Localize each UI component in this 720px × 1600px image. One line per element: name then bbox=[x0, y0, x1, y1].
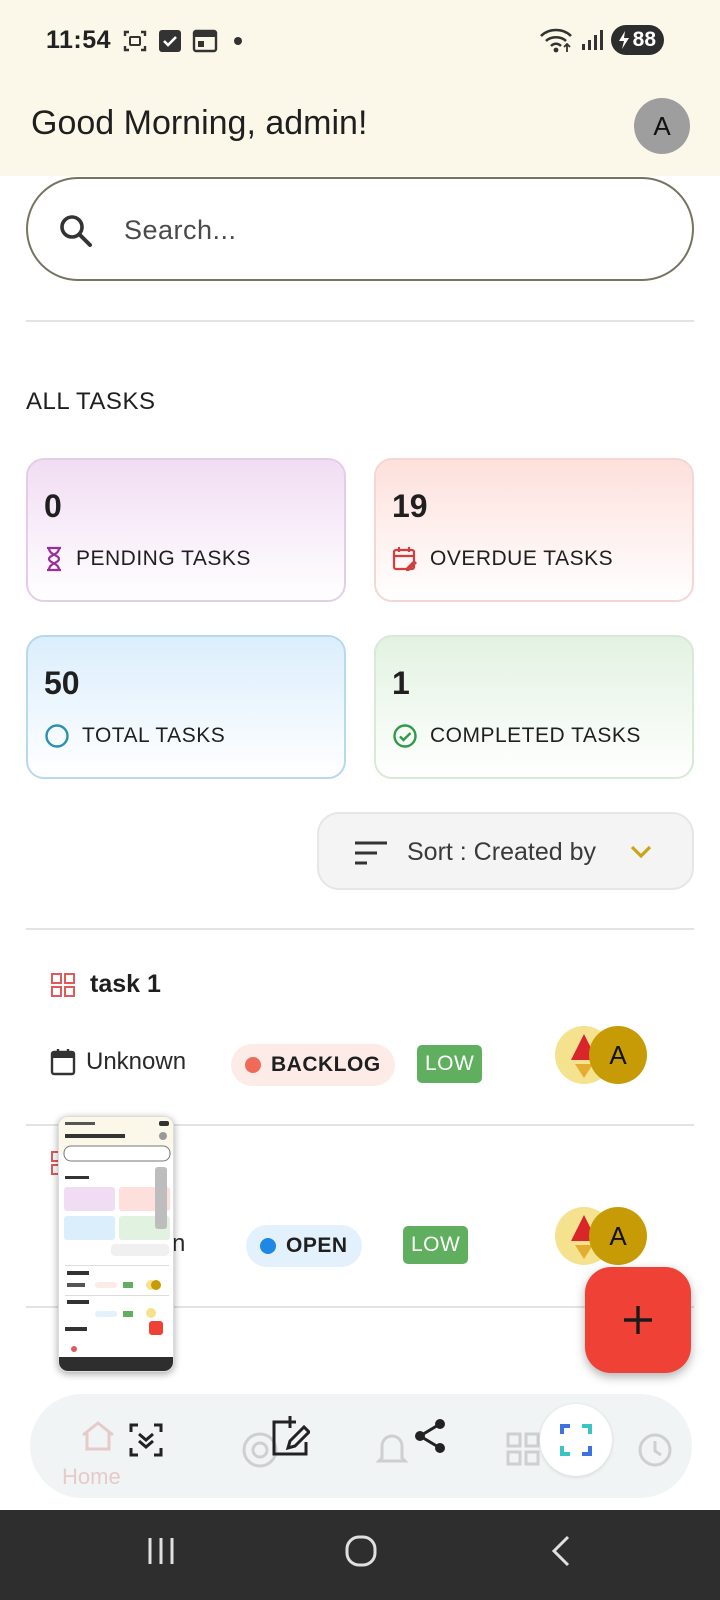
search-input[interactable]: Search... bbox=[26, 177, 694, 281]
completed-tasks-card[interactable]: 1 COMPLETED TASKS bbox=[374, 635, 694, 779]
grid-menu-icon[interactable] bbox=[506, 1432, 540, 1466]
pending-count: 0 bbox=[44, 488, 62, 524]
task-due-date: Unknown bbox=[50, 1048, 186, 1076]
status-system-icons: 88 bbox=[539, 25, 664, 55]
calendar-window-icon bbox=[192, 29, 218, 53]
calendar-edit-icon bbox=[392, 547, 417, 571]
avatar: A bbox=[589, 1026, 647, 1084]
home-icon[interactable] bbox=[80, 1420, 116, 1452]
divider bbox=[26, 928, 694, 930]
app-header: 11:54 88 Good Morning, admin! A bbox=[0, 0, 720, 176]
profile-avatar[interactable]: A bbox=[634, 98, 690, 154]
screenshot-preview-image bbox=[59, 1117, 173, 1371]
search-icon bbox=[60, 215, 92, 247]
calendar-icon bbox=[50, 1049, 76, 1076]
completed-count: 1 bbox=[392, 665, 410, 701]
sort-label: Sort : Created by bbox=[407, 838, 596, 866]
overdue-label: OVERDUE TASKS bbox=[430, 547, 614, 570]
status-bar: 11:54 88 bbox=[0, 0, 720, 84]
status-dot bbox=[260, 1238, 276, 1254]
sort-dropdown[interactable]: Sort : Created by bbox=[317, 812, 694, 890]
total-count: 50 bbox=[44, 665, 80, 701]
more-notifications-dot bbox=[234, 37, 242, 45]
status-text: OPEN bbox=[286, 1234, 348, 1257]
share-icon[interactable] bbox=[413, 1418, 447, 1454]
battery-indicator: 88 bbox=[610, 25, 664, 55]
priority-badge: LOW bbox=[403, 1226, 469, 1264]
edit-screenshot-icon[interactable] bbox=[270, 1414, 310, 1458]
assignee-avatars[interactable]: A bbox=[555, 1207, 651, 1267]
check-circle-icon bbox=[393, 724, 417, 748]
system-navigation-bar bbox=[0, 1510, 720, 1600]
pending-label: PENDING TASKS bbox=[76, 547, 251, 570]
greeting-title: Good Morning, admin! bbox=[31, 104, 368, 142]
assignee-avatars[interactable]: A bbox=[555, 1026, 651, 1086]
status-notification-icons bbox=[122, 28, 242, 54]
grid-icon bbox=[51, 972, 75, 997]
search-placeholder: Search... bbox=[124, 215, 237, 245]
status-badge: BACKLOG bbox=[231, 1044, 395, 1086]
total-label: TOTAL TASKS bbox=[82, 724, 226, 747]
app-screen: 11:54 88 Good Morning, admin! A Search..… bbox=[0, 0, 720, 1600]
section-title: ALL TASKS bbox=[26, 388, 156, 415]
bottom-navigation: Home bbox=[0, 1392, 720, 1510]
signal-icon bbox=[581, 30, 603, 50]
add-task-button[interactable] bbox=[585, 1267, 691, 1373]
status-time: 11:54 bbox=[46, 26, 112, 54]
task-due-text: n bbox=[172, 1230, 186, 1257]
task-due-date: n bbox=[172, 1230, 185, 1258]
completed-label: COMPLETED TASKS bbox=[430, 724, 641, 747]
recent-apps-icon[interactable] bbox=[146, 1534, 176, 1568]
back-icon[interactable] bbox=[548, 1534, 574, 1568]
status-badge: OPEN bbox=[246, 1225, 362, 1267]
battery-level: 88 bbox=[632, 28, 656, 51]
screenshot-thumbnail[interactable] bbox=[58, 1116, 174, 1372]
screenshot-icon bbox=[123, 30, 147, 52]
capture-area-button[interactable] bbox=[540, 1404, 612, 1476]
overdue-tasks-card[interactable]: 19 OVERDUE TASKS bbox=[374, 458, 694, 602]
nav-home-label[interactable]: Home bbox=[62, 1464, 121, 1490]
overdue-count: 19 bbox=[392, 488, 428, 524]
home-button-icon[interactable] bbox=[344, 1534, 378, 1568]
checkbox-icon bbox=[159, 30, 181, 52]
capture-area-icon bbox=[560, 1424, 592, 1456]
clock-icon[interactable] bbox=[637, 1432, 673, 1468]
pending-tasks-card[interactable]: 0 PENDING TASKS bbox=[26, 458, 346, 602]
hourglass-icon bbox=[47, 546, 61, 572]
task-title[interactable]: task 1 bbox=[50, 970, 161, 999]
total-tasks-card[interactable]: 50 TOTAL TASKS bbox=[26, 635, 346, 779]
chevron-down-icon bbox=[630, 845, 652, 859]
avatar: A bbox=[589, 1207, 647, 1265]
plus-icon bbox=[624, 1306, 652, 1334]
bell-icon[interactable] bbox=[376, 1430, 408, 1468]
priority-badge: LOW bbox=[417, 1045, 483, 1083]
divider bbox=[26, 320, 694, 322]
scroll-capture-icon[interactable] bbox=[128, 1422, 164, 1458]
sort-icon bbox=[355, 841, 387, 865]
circle-icon bbox=[45, 724, 69, 748]
task-due-text: Unknown bbox=[86, 1048, 187, 1075]
status-dot bbox=[245, 1057, 261, 1073]
status-text: BACKLOG bbox=[271, 1053, 381, 1076]
task-title-text: task 1 bbox=[90, 970, 161, 998]
wifi-icon bbox=[539, 28, 572, 53]
charging-bolt-icon bbox=[618, 31, 629, 49]
